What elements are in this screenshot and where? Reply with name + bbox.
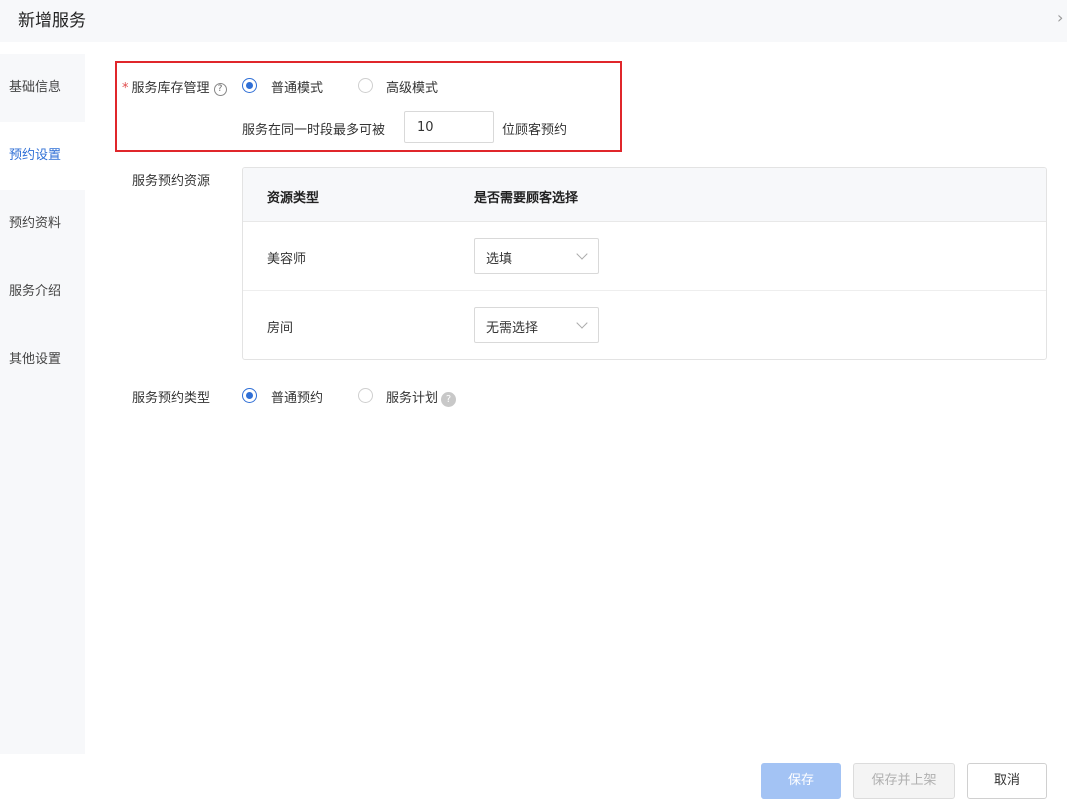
dialog-header: 新增服务 › [0,0,1067,42]
radio-service-plan-label: 服务计划? [386,387,457,407]
resource-table: 资源类型 是否需要顾客选择 美容师 选填 房间 无需选择 [242,167,1047,360]
chevron-down-icon [576,317,588,329]
limit-prefix: 服务在同一时段最多可被 [242,123,386,138]
question-filled-icon[interactable]: ? [441,392,457,407]
radio-normal-booking[interactable] [242,388,257,403]
chevron-down-icon [576,248,588,260]
radio-normal-mode-label: 普通模式 [271,81,324,96]
resource-type-cell: 房间 [267,321,294,336]
sidebar-item-service-intro[interactable]: 服务介绍 [0,258,85,326]
required-mark: * [122,81,129,96]
max-customers-input[interactable] [404,111,494,143]
radio-advanced-mode[interactable] [358,78,373,93]
sidebar-item-basic-info[interactable]: 基础信息 [0,54,85,122]
resources-label: 服务预约资源 [132,174,211,189]
cancel-button[interactable]: 取消 [967,763,1047,799]
table-row: 房间 无需选择 [243,291,1046,359]
dialog-title: 新增服务 [18,11,86,31]
sidebar-item-booking-materials[interactable]: 预约资料 [0,190,85,258]
beautician-choice-select[interactable]: 选填 [474,238,599,274]
sidebar-nav: 基础信息 预约设置 预约资料 服务介绍 其他设置 [0,54,85,754]
sidebar-item-other-settings[interactable]: 其他设置 [0,326,85,394]
radio-normal-mode[interactable] [242,78,257,93]
inventory-label-text: 服务库存管理 [131,81,210,96]
select-value: 选填 [486,252,513,267]
radio-normal-booking-label: 普通预约 [271,391,324,406]
column-customer-choice: 是否需要顾客选择 [474,191,579,206]
booking-type-label: 服务预约类型 [132,391,211,406]
table-row: 美容师 选填 [243,222,1046,291]
save-button[interactable]: 保存 [761,763,841,799]
chevron-right-icon[interactable]: › [1057,8,1067,28]
highlight-frame [115,61,622,152]
resource-table-header: 资源类型 是否需要顾客选择 [243,168,1046,222]
question-circle-icon[interactable]: ? [213,83,227,96]
room-choice-select[interactable]: 无需选择 [474,307,599,343]
radio-service-plan[interactable] [358,388,373,403]
radio-advanced-mode-label: 高级模式 [386,81,439,96]
sidebar-item-booking-settings[interactable]: 预约设置 [0,122,85,190]
inventory-label: * 服务库存管理? [122,77,227,96]
save-and-list-button[interactable]: 保存并上架 [853,763,955,799]
resource-type-cell: 美容师 [267,252,307,267]
service-plan-text: 服务计划 [386,391,439,406]
select-value: 无需选择 [486,321,539,336]
column-resource-type: 资源类型 [267,191,320,206]
limit-suffix: 位顾客预约 [502,123,568,138]
